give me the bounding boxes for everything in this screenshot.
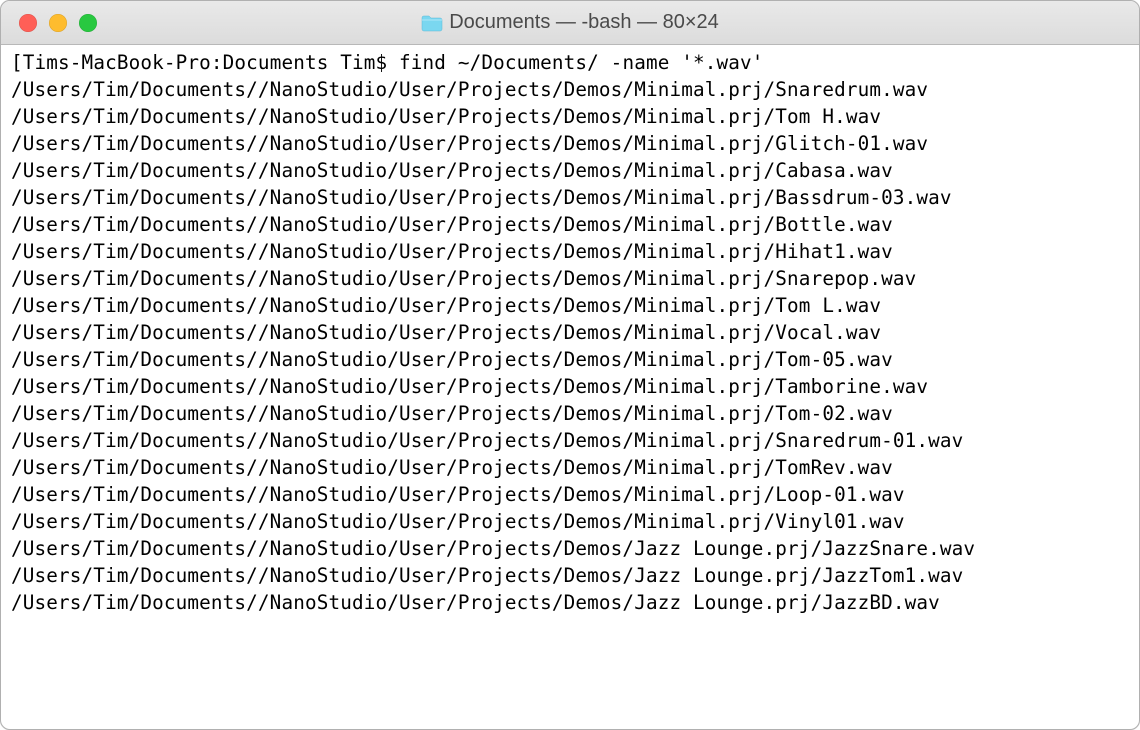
window-title: Documents — -bash — 80×24: [449, 11, 719, 34]
output-line: /Users/Tim/Documents//NanoStudio/User/Pr…: [11, 591, 940, 614]
terminal-window: Documents — -bash — 80×24 [Tims-MacBook-…: [0, 0, 1140, 730]
shell-command: find ~/Documents/ -name '*.wav': [399, 51, 764, 74]
output-line: /Users/Tim/Documents//NanoStudio/User/Pr…: [11, 483, 905, 506]
output-line: /Users/Tim/Documents//NanoStudio/User/Pr…: [11, 321, 881, 344]
prompt-open-bracket: [: [11, 51, 23, 74]
folder-icon: [421, 14, 443, 32]
terminal-body[interactable]: [Tims-MacBook-Pro:Documents Tim$ find ~/…: [1, 45, 1139, 730]
output-line: /Users/Tim/Documents//NanoStudio/User/Pr…: [11, 240, 893, 263]
output-line: /Users/Tim/Documents//NanoStudio/User/Pr…: [11, 213, 893, 236]
shell-prompt: Tims-MacBook-Pro:Documents Tim$: [23, 51, 399, 74]
output-line: /Users/Tim/Documents//NanoStudio/User/Pr…: [11, 132, 928, 155]
output-line: /Users/Tim/Documents//NanoStudio/User/Pr…: [11, 186, 952, 209]
minimize-button[interactable]: [49, 14, 67, 32]
output-line: /Users/Tim/Documents//NanoStudio/User/Pr…: [11, 510, 905, 533]
output-line: /Users/Tim/Documents//NanoStudio/User/Pr…: [11, 267, 916, 290]
output-line: /Users/Tim/Documents//NanoStudio/User/Pr…: [11, 78, 928, 101]
title-wrap: Documents — -bash — 80×24: [1, 11, 1139, 34]
close-button[interactable]: [19, 14, 37, 32]
titlebar[interactable]: Documents — -bash — 80×24: [1, 1, 1139, 45]
output-line: /Users/Tim/Documents//NanoStudio/User/Pr…: [11, 159, 893, 182]
output-line: /Users/Tim/Documents//NanoStudio/User/Pr…: [11, 348, 893, 371]
output-line: /Users/Tim/Documents//NanoStudio/User/Pr…: [11, 105, 881, 128]
traffic-lights: [1, 14, 97, 32]
output-line: /Users/Tim/Documents//NanoStudio/User/Pr…: [11, 402, 893, 425]
output-line: /Users/Tim/Documents//NanoStudio/User/Pr…: [11, 456, 893, 479]
output-line: /Users/Tim/Documents//NanoStudio/User/Pr…: [11, 537, 975, 560]
output-line: /Users/Tim/Documents//NanoStudio/User/Pr…: [11, 375, 928, 398]
output-line: /Users/Tim/Documents//NanoStudio/User/Pr…: [11, 429, 963, 452]
output-line: /Users/Tim/Documents//NanoStudio/User/Pr…: [11, 564, 963, 587]
maximize-button[interactable]: [79, 14, 97, 32]
output-line: /Users/Tim/Documents//NanoStudio/User/Pr…: [11, 294, 881, 317]
